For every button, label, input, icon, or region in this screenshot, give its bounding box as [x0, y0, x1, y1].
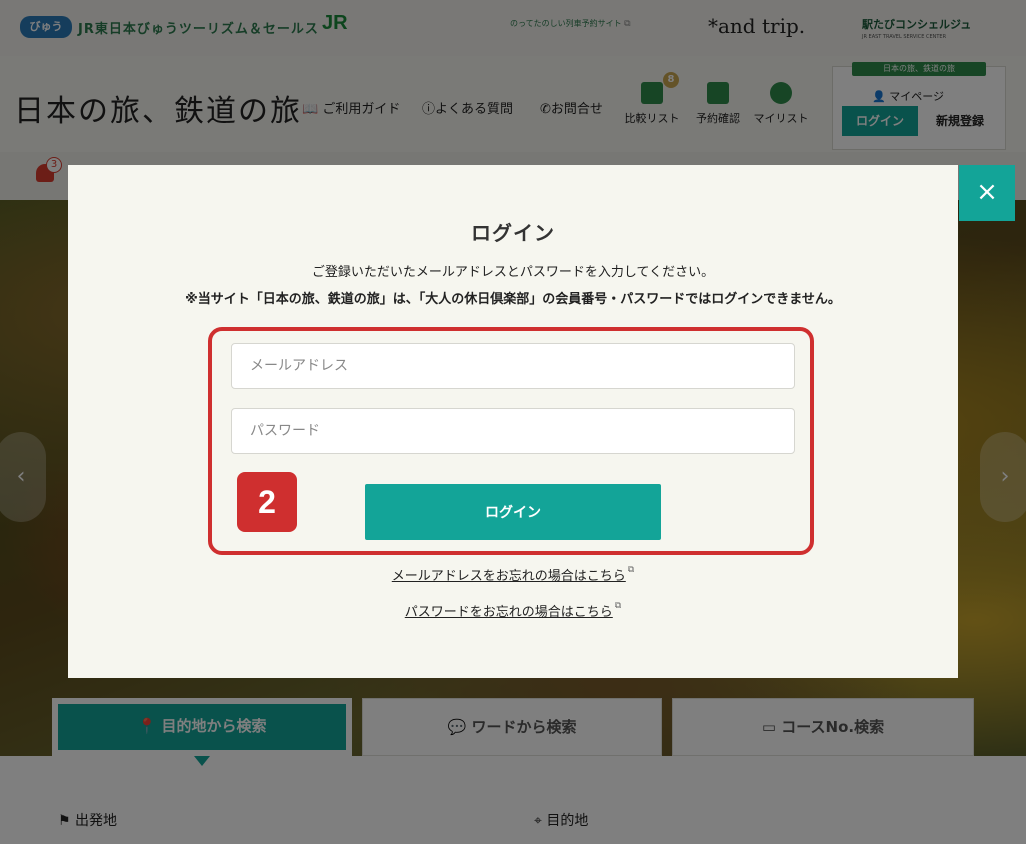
- forgot-password-label: パスワードをお忘れの場合はこちら: [404, 605, 613, 620]
- forgot-email-label: メールアドレスをお忘れの場合はこちら: [391, 569, 626, 584]
- modal-warning: ※当サイト「日本の旅、鉄道の旅」は、「大人の休日倶楽部」の会員番号・パスワードで…: [185, 292, 841, 307]
- step-highlight-box: [208, 327, 814, 555]
- step-number-badge: 2: [237, 472, 297, 532]
- close-icon[interactable]: ×: [959, 165, 1015, 221]
- external-link-icon: ⧉: [627, 565, 635, 575]
- modal-description: ご登録いただいたメールアドレスとパスワードを入力してください。: [311, 265, 715, 280]
- forgot-password-link[interactable]: パスワードをお忘れの場合はこちら ⧉: [68, 601, 958, 620]
- modal-title: ログイン: [471, 221, 555, 245]
- external-link-icon: ⧉: [614, 601, 622, 611]
- login-modal: ログイン ご登録いただいたメールアドレスとパスワードを入力してください。 ※当サ…: [68, 165, 958, 678]
- forgot-email-link[interactable]: メールアドレスをお忘れの場合はこちら ⧉: [68, 565, 958, 584]
